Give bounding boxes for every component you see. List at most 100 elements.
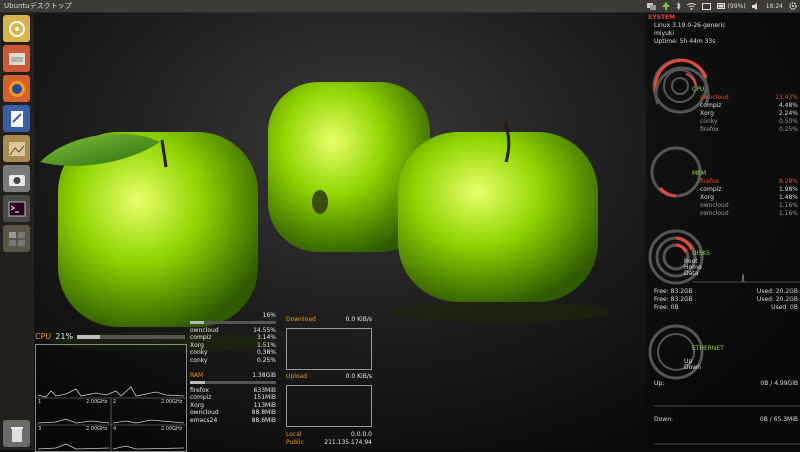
mem-proc-row: firefox 633MiB (190, 386, 276, 394)
image-viewer-icon (8, 141, 25, 156)
down-label: Down: (654, 416, 674, 423)
clock[interactable]: 18:24 (766, 3, 783, 10)
cpu-usage-bar (77, 334, 185, 339)
process-panel: 16% owncloud 14.55% compiz 3.14% Xorg 1.51%… (190, 312, 276, 424)
net-down-row: Down: 0B / 65.3MiB (654, 416, 798, 423)
launcher-camera[interactable] (3, 165, 30, 192)
libreoffice-writer-icon (10, 110, 23, 127)
cpu-ring-label: CPU (692, 86, 705, 93)
battery-indicator[interactable]: (99%) (716, 2, 746, 10)
sys-mem-row: compiz 1.98% (700, 186, 798, 193)
workspace-switcher-icon (8, 231, 25, 246)
launcher-dash-home[interactable] (3, 15, 30, 42)
cpu-proc-row: conky 0.38% (190, 349, 276, 356)
network-manager-icon[interactable] (646, 2, 656, 10)
launcher-writer[interactable] (3, 105, 30, 132)
local-ip: 0.0.0.0 (351, 431, 372, 438)
core-1-num: 1 (38, 399, 42, 405)
sys-cpu-row: firefox 0.25% (700, 126, 798, 133)
core-4-num: 4 (113, 426, 117, 432)
cpu-graph-area: 1 2.00GHz 2 2.00GHz 3 2.00GHz 4 2.00GHz (35, 344, 187, 452)
system-panel: SYSTEM Linux 3.19.0-26-generic miyuki Up… (646, 12, 800, 450)
files-icon (8, 52, 25, 65)
eth-down-label: Down (684, 364, 702, 371)
battery-percent: (99%) (727, 2, 746, 10)
core-2-num: 2 (113, 399, 117, 405)
volume-icon[interactable] (751, 2, 760, 10)
disk-data-label: Data (684, 270, 699, 277)
upload-label: Upload (286, 373, 308, 380)
sys-cpu-row: Xorg 2.24% (700, 110, 798, 117)
terminal-icon (8, 201, 25, 216)
ram-label: RAM (190, 372, 204, 379)
disk-row: Free: 0B Used: 0B (654, 304, 798, 311)
down-total: / 65.3MiB (769, 416, 798, 423)
up-total: / 4.99GiB (770, 380, 798, 387)
mem-ring-label: MEM (692, 170, 707, 177)
up-value: 0B (760, 380, 769, 387)
indicator-area: (99%) 18:24 (646, 0, 797, 12)
system-header: SYSTEM (648, 14, 676, 21)
public-ip: 211.135.174.94 (324, 439, 372, 446)
disk-row: Free: 83.2GB Used: 20.2GB (654, 296, 798, 303)
sys-mem-row: owncloud 1.16% (700, 202, 798, 209)
cpu-proc-row: Xorg 1.51% (190, 341, 276, 349)
sys-mem-row: firefox 8.28% (700, 178, 798, 185)
wifi-icon[interactable] (686, 2, 696, 10)
sys-cpu-row: compiz 4.48% (700, 102, 798, 109)
battery-icon (716, 3, 725, 9)
core-4-freq: 2.00GHz (161, 426, 183, 432)
mem-proc-row: compiz 151MiB (190, 394, 276, 401)
sys-cpu-row: conky 0.50% (700, 118, 798, 125)
input-method-icon[interactable] (701, 2, 711, 10)
core-1-freq: 2.00GHz (86, 399, 108, 405)
sys-mem-row: Xorg 1.48% (700, 194, 798, 201)
launcher-image-viewer[interactable] (3, 135, 30, 162)
download-graph (286, 328, 372, 370)
cpu-proc-row: conky 0.25% (190, 356, 276, 364)
launcher-workspaces[interactable] (3, 225, 30, 252)
cpu-total-bar (190, 320, 276, 324)
core-3-freq: 2.00GHz (86, 426, 108, 432)
cpu-total: 16% (262, 312, 276, 319)
upload-graph (286, 385, 372, 427)
upload-value: 0.0 KiB/s (345, 373, 372, 380)
down-value: 0B (759, 416, 768, 423)
cpu-proc-row: compiz 3.14% (190, 334, 276, 341)
kernel-version: Linux 3.19.0-26-generic (654, 22, 726, 29)
net-up-row: Up: 0B / 4.99GiB (654, 380, 798, 387)
cpu-panel: CPU 21% 1 2.00GHz 2 2.00GHz 3 2.00GHz 4 … (35, 332, 187, 452)
ethernet-ring-label: ETHERNET (692, 345, 724, 352)
cpu-history-graph (36, 386, 186, 451)
disks-ring-label: DISKS (692, 250, 710, 257)
hostname: miyuki (654, 30, 675, 37)
download-value: 0.0 KiB/s (345, 316, 372, 323)
launcher-terminal[interactable] (3, 195, 30, 222)
mem-proc-row: Xorg 113MiB (190, 401, 276, 409)
ram-bar (190, 380, 276, 384)
launcher (0, 12, 34, 450)
public-label: Public (286, 439, 304, 446)
cpu-proc-row: owncloud 14.55% (190, 326, 276, 334)
uptime: Uptime: 5h 44m 33s (654, 38, 716, 45)
mem-proc-row: emacs24 88.6MiB (190, 416, 276, 424)
top-panel: Ubuntuデスクトップ (99%) 18:24 (0, 0, 800, 13)
launcher-firefox[interactable] (3, 75, 30, 102)
up-label: Up: (654, 380, 665, 387)
camera-icon (8, 174, 25, 186)
cpu-label: CPU (35, 332, 52, 341)
sys-cpu-row: owncloud 13.43% (700, 94, 798, 101)
core-3-num: 3 (38, 426, 42, 432)
launcher-files[interactable] (3, 45, 30, 72)
mem-proc-row: owncloud 88.8MiB (190, 409, 276, 416)
bluetooth-icon[interactable] (676, 2, 681, 10)
update-arrow-icon[interactable] (661, 2, 670, 10)
core-2-freq: 2.00GHz (161, 399, 183, 405)
gear-icon[interactable] (789, 2, 797, 10)
dash-home-icon (8, 20, 25, 37)
disk-row: Free: 83.2GB Used: 20.2GB (654, 288, 798, 295)
ram-total: 1.38GiB (252, 372, 276, 379)
launcher-trash[interactable] (3, 420, 30, 447)
network-panel: Download 0.0 KiB/s Upload 0.0 KiB/s Local 0… (286, 316, 372, 448)
sys-mem-row: owncloud 1.16% (700, 210, 798, 217)
